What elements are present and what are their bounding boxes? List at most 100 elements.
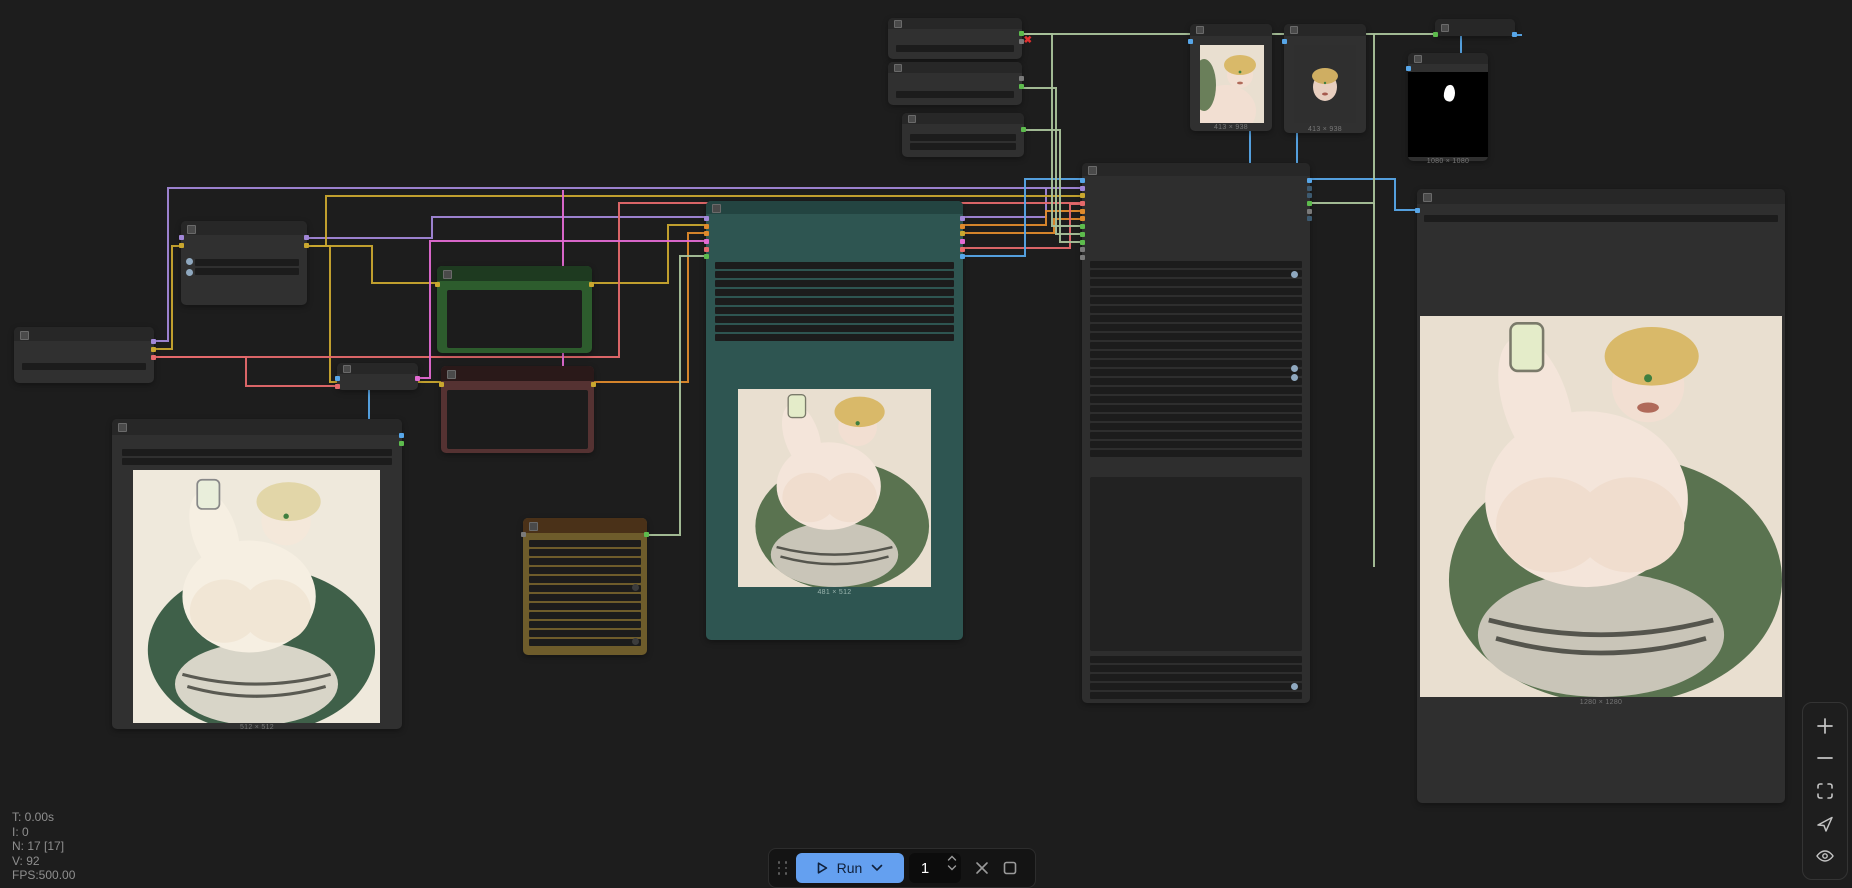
output-ports[interactable] (644, 532, 649, 537)
input-ports[interactable] (1433, 32, 1438, 37)
widget-row[interactable] (1090, 342, 1302, 349)
output-ports[interactable] (960, 216, 965, 259)
widget-row[interactable] (1090, 441, 1302, 448)
input-ports[interactable] (1415, 208, 1420, 213)
input-port[interactable] (704, 231, 709, 236)
collapse-icon[interactable] (343, 365, 351, 373)
input-ports[interactable] (1188, 39, 1193, 44)
output-port[interactable] (1307, 201, 1312, 206)
input-port[interactable] (704, 254, 709, 259)
output-port[interactable] (1307, 178, 1312, 183)
output-port[interactable] (151, 339, 156, 344)
input-port[interactable] (704, 224, 709, 229)
cancel-button[interactable] (975, 861, 989, 875)
widget-row[interactable] (896, 91, 1014, 98)
widget-toggle[interactable] (186, 258, 193, 265)
mask-preview[interactable] (1408, 72, 1488, 157)
toggle-visibility-button[interactable] (1815, 846, 1835, 866)
node-title-bar[interactable] (1082, 163, 1310, 176)
image-preview[interactable] (738, 389, 931, 587)
input-port[interactable] (704, 239, 709, 244)
input-port[interactable] (1080, 186, 1085, 191)
widget-row[interactable] (896, 45, 1014, 52)
node-title-bar[interactable] (441, 366, 594, 381)
node-title-bar[interactable] (181, 221, 307, 235)
widget-row[interactable] (529, 567, 641, 574)
input-port[interactable] (1080, 193, 1085, 198)
output-ports[interactable] (1019, 76, 1024, 89)
drag-handle-icon[interactable] (775, 861, 791, 875)
stop-button[interactable] (1003, 861, 1017, 875)
collapse-icon[interactable] (1423, 193, 1432, 202)
node-olive[interactable] (523, 518, 647, 655)
node-title-bar[interactable] (902, 113, 1024, 124)
node-collapsed[interactable] (1435, 19, 1515, 36)
node-t2[interactable] (888, 62, 1022, 105)
node-a[interactable] (181, 221, 307, 305)
input-ports[interactable] (1406, 66, 1411, 71)
zoom-in-button[interactable] (1815, 716, 1835, 736)
output-port[interactable] (415, 376, 420, 381)
output-port[interactable] (399, 441, 404, 446)
input-port[interactable] (1080, 224, 1085, 229)
widget-row[interactable] (122, 458, 392, 465)
widget-row[interactable] (1090, 333, 1302, 340)
node-t1[interactable]: ✖ (888, 18, 1022, 59)
widget-row[interactable] (1090, 692, 1302, 699)
select-mode-button[interactable] (1815, 814, 1835, 834)
input-ports[interactable] (335, 376, 340, 389)
text-panel[interactable] (1090, 477, 1302, 651)
widget-toggle[interactable] (632, 638, 639, 645)
widget-row[interactable] (195, 259, 299, 266)
widget-row[interactable] (715, 262, 954, 269)
output-port[interactable] (304, 235, 309, 240)
output-port[interactable] (304, 243, 309, 248)
input-port[interactable] (1080, 178, 1085, 183)
widget-row[interactable] (529, 639, 641, 646)
node-title-bar[interactable] (1284, 24, 1366, 36)
output-port[interactable] (1512, 32, 1517, 37)
widget-row[interactable] (910, 134, 1016, 141)
output-ports[interactable] (589, 282, 594, 287)
widget-row[interactable] (529, 612, 641, 619)
collapse-icon[interactable] (894, 64, 902, 72)
output-port[interactable] (151, 347, 156, 352)
widget-toggle[interactable] (1291, 365, 1298, 372)
input-port[interactable] (1282, 39, 1287, 44)
run-button[interactable]: Run (796, 853, 904, 883)
zoom-out-button[interactable] (1815, 748, 1835, 768)
widget-row[interactable] (529, 594, 641, 601)
collapse-icon[interactable] (447, 370, 456, 379)
widget-row[interactable] (1090, 405, 1302, 412)
input-port[interactable] (1080, 247, 1085, 252)
image-preview[interactable] (1200, 45, 1264, 123)
collapse-icon[interactable] (20, 331, 29, 340)
collapse-icon[interactable] (187, 225, 196, 234)
widget-row[interactable] (715, 271, 954, 278)
widget-row[interactable] (715, 280, 954, 287)
widget-row[interactable] (1090, 324, 1302, 331)
widget-row[interactable] (122, 449, 392, 456)
output-port[interactable] (1307, 216, 1312, 221)
image-preview[interactable] (1294, 45, 1356, 123)
widget-row[interactable] (22, 363, 146, 370)
widget-row[interactable] (1090, 656, 1302, 663)
widget-row[interactable] (1090, 396, 1302, 403)
input-port[interactable] (704, 216, 709, 221)
node-title-bar[interactable] (888, 18, 1022, 29)
node-teal[interactable]: 481 × 512 (706, 201, 963, 640)
widget-row[interactable] (529, 585, 641, 592)
output-port[interactable] (1307, 186, 1312, 191)
node-face-preview-1[interactable]: 413 × 938 (1190, 24, 1272, 131)
output-port[interactable] (960, 239, 965, 244)
widget-toggle[interactable] (1291, 271, 1298, 278)
input-port[interactable] (1080, 209, 1085, 214)
widget-row[interactable] (715, 325, 954, 332)
input-ports[interactable] (179, 235, 184, 248)
collapse-icon[interactable] (1414, 55, 1422, 63)
widget-toggle[interactable] (632, 584, 639, 591)
output-port[interactable] (960, 216, 965, 221)
widget-row[interactable] (529, 549, 641, 556)
collapse-icon[interactable] (118, 423, 127, 432)
widget-row[interactable] (715, 334, 954, 341)
